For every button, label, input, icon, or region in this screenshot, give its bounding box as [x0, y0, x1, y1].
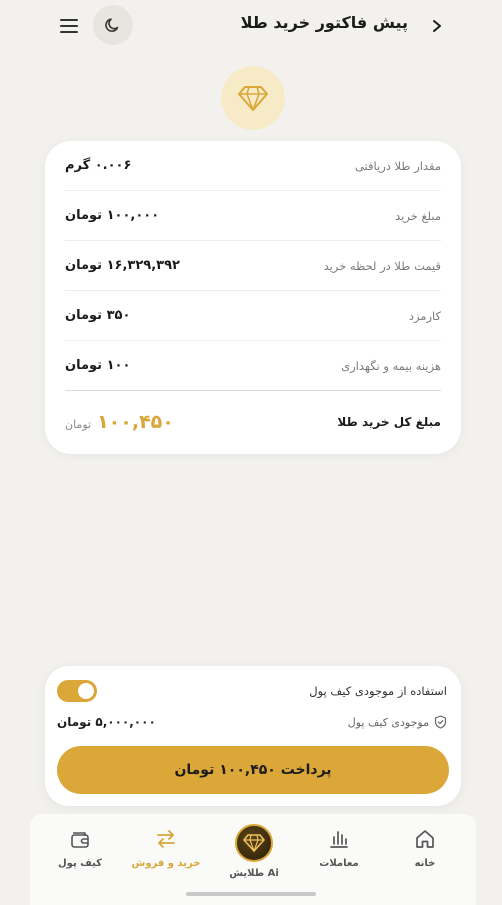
nav-item-ai[interactable]: طلایش Ai — [229, 824, 279, 894]
nav-item-wallet[interactable]: کیف پول — [40, 826, 120, 886]
hamburger-menu-icon — [60, 19, 78, 33]
use-wallet-toggle[interactable] — [57, 680, 97, 702]
nav-item-buy-sell[interactable]: خرید و فروش — [126, 826, 206, 886]
nav-label: معاملات — [319, 858, 359, 869]
row-value: ۱۶,۳۲۹,۳۹۲ تومان — [65, 258, 180, 273]
shield-check-icon — [434, 715, 447, 729]
row-value: ۱۰۰ تومان — [65, 358, 131, 373]
gold-badge — [221, 66, 285, 130]
back-button[interactable] — [424, 13, 450, 39]
nav-label: خانه — [414, 858, 436, 869]
balance-label: موجودی کیف پول — [347, 715, 429, 729]
nav-label: خرید و فروش — [131, 858, 201, 869]
menu-button[interactable] — [56, 13, 82, 39]
home-icon — [416, 830, 434, 848]
invoice-row-purchase-amount: مبلغ خرید ۱۰۰,۰۰۰ تومان — [65, 191, 441, 241]
row-label: مبلغ خرید — [395, 208, 441, 223]
total-label: مبلغ کل خرید طلا — [337, 415, 441, 429]
balance-value: ۵,۰۰۰,۰۰۰ تومان — [57, 715, 156, 729]
swap-arrows-icon — [157, 830, 175, 848]
balance-label-group: موجودی کیف پول — [348, 715, 447, 729]
invoice-row-fee: کارمزد ۳۵۰ تومان — [65, 291, 441, 341]
nav-icon-wrap — [328, 826, 350, 852]
row-value: ۱۰۰,۰۰۰ تومان — [65, 208, 160, 223]
bar-chart-icon — [330, 831, 348, 848]
nav-item-transactions[interactable]: معاملات — [299, 826, 379, 886]
header: پیش فاکتور خرید طلا — [0, 0, 502, 52]
total-value: ۱۰۰,۴۵۰ تومان — [65, 411, 174, 433]
row-value: ۰.۰۰۶ گرم — [65, 158, 132, 173]
row-label: کارمزد — [408, 308, 441, 323]
invoice-row-insurance: هزینه بیمه و نگهداری ۱۰۰ تومان — [65, 341, 441, 391]
row-value: ۳۵۰ تومان — [65, 308, 131, 323]
invoice-total-row: مبلغ کل خرید طلا ۱۰۰,۴۵۰ تومان — [65, 391, 441, 453]
use-wallet-row: استفاده از موجودی کیف پول — [57, 678, 447, 704]
row-label: مقدار طلا دریافتی — [354, 158, 441, 173]
invoice-row-gold-price: قیمت طلا در لحظه خرید ۱۶,۳۲۹,۳۹۲ تومان — [65, 241, 441, 291]
payment-panel: استفاده از موجودی کیف پول موجودی کیف پول… — [45, 666, 461, 806]
diamond-icon — [238, 86, 268, 111]
home-indicator — [186, 892, 316, 896]
invoice-card: مقدار طلا دریافتی ۰.۰۰۶ گرم مبلغ خرید ۱۰… — [45, 141, 461, 454]
total-amount: ۱۰۰,۴۵۰ — [97, 411, 174, 433]
moon-icon — [105, 18, 119, 32]
nav-item-home[interactable]: خانه — [385, 826, 465, 886]
wallet-icon — [71, 832, 89, 848]
use-wallet-label: استفاده از موجودی کیف پول — [309, 684, 447, 698]
toggle-knob — [78, 683, 94, 699]
row-label: هزینه بیمه و نگهداری — [341, 358, 441, 373]
pay-button[interactable]: پرداخت ۱۰۰,۴۵۰ تومان — [57, 746, 449, 794]
invoice-row-gold-amount: مقدار طلا دریافتی ۰.۰۰۶ گرم — [65, 141, 441, 191]
nav-label: کیف پول — [58, 858, 102, 869]
ai-badge — [235, 824, 273, 862]
row-label: قیمت طلا در لحظه خرید — [323, 258, 441, 273]
chevron-right-icon — [433, 20, 441, 32]
nav-icon-wrap — [155, 826, 177, 852]
page-title: پیش فاکتور خرید طلا — [240, 13, 408, 32]
nav-label: طلایش Ai — [229, 868, 279, 879]
total-unit: تومان — [65, 418, 92, 431]
ai-diamond-icon — [243, 834, 265, 853]
nav-icon-wrap — [414, 826, 436, 852]
nav-icon-wrap — [69, 826, 91, 852]
theme-toggle-button[interactable] — [93, 5, 133, 45]
wallet-balance-row: موجودی کیف پول ۵,۰۰۰,۰۰۰ تومان — [57, 711, 447, 733]
